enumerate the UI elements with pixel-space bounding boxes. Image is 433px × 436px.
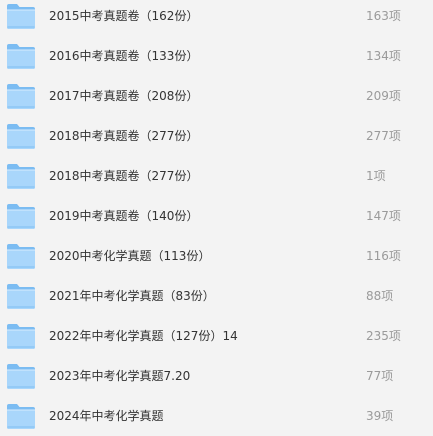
folder-icon bbox=[6, 362, 36, 390]
item-count: 209项 bbox=[366, 89, 401, 103]
item-count: 163项 bbox=[366, 9, 401, 23]
folder-icon bbox=[6, 162, 36, 190]
folder-name: 2019中考真题卷（140份） bbox=[49, 209, 199, 223]
folder-row[interactable]: 2018中考真题卷（277份） 1项 bbox=[0, 156, 433, 196]
item-count: 147项 bbox=[366, 209, 401, 223]
item-count: 116项 bbox=[366, 249, 401, 263]
item-count: 134项 bbox=[366, 49, 401, 63]
folder-name: 2021年中考化学真题（83份） bbox=[49, 289, 215, 303]
folder-icon bbox=[6, 242, 36, 270]
folder-name: 2024年中考化学真题 bbox=[49, 409, 164, 423]
folder-icon bbox=[6, 82, 36, 110]
folder-name: 2015中考真题卷（162份） bbox=[49, 9, 199, 23]
folder-list: 2015中考真题卷（162份） 163项 2016中考真题卷（133份） 134… bbox=[0, 0, 433, 436]
item-count: 39项 bbox=[366, 409, 394, 423]
item-count: 277项 bbox=[366, 129, 401, 143]
folder-icon bbox=[6, 2, 36, 30]
item-count: 1项 bbox=[366, 169, 386, 183]
folder-name: 2017中考真题卷（208份） bbox=[49, 89, 199, 103]
folder-name: 2023年中考化学真题7.20 bbox=[49, 369, 191, 383]
item-count: 235项 bbox=[366, 329, 401, 343]
folder-icon bbox=[6, 42, 36, 70]
folder-row[interactable]: 2021年中考化学真题（83份） 88项 bbox=[0, 276, 433, 316]
folder-icon bbox=[6, 402, 36, 430]
folder-row[interactable]: 2016中考真题卷（133份） 134项 bbox=[0, 36, 433, 76]
folder-icon bbox=[6, 282, 36, 310]
folder-row[interactable]: 2018中考真题卷（277份） 277项 bbox=[0, 116, 433, 156]
folder-name: 2018中考真题卷（277份） bbox=[49, 169, 199, 183]
folder-row[interactable]: 2015中考真题卷（162份） 163项 bbox=[0, 0, 433, 36]
folder-row[interactable]: 2023年中考化学真题7.20 77项 bbox=[0, 356, 433, 396]
item-count: 88项 bbox=[366, 289, 394, 303]
folder-row[interactable]: 2020中考化学真题（113份） 116项 bbox=[0, 236, 433, 276]
folder-name: 2020中考化学真题（113份） bbox=[49, 249, 211, 263]
folder-row[interactable]: 2019中考真题卷（140份） 147项 bbox=[0, 196, 433, 236]
folder-row[interactable]: 2024年中考化学真题 39项 bbox=[0, 396, 433, 436]
folder-icon bbox=[6, 122, 36, 150]
folder-name: 2018中考真题卷（277份） bbox=[49, 129, 199, 143]
folder-row[interactable]: 2022年中考化学真题（127份）14 235项 bbox=[0, 316, 433, 356]
folder-icon bbox=[6, 322, 36, 350]
folder-name: 2022年中考化学真题（127份）14 bbox=[49, 329, 238, 343]
folder-name: 2016中考真题卷（133份） bbox=[49, 49, 199, 63]
folder-row[interactable]: 2017中考真题卷（208份） 209项 bbox=[0, 76, 433, 116]
folder-icon bbox=[6, 202, 36, 230]
item-count: 77项 bbox=[366, 369, 394, 383]
